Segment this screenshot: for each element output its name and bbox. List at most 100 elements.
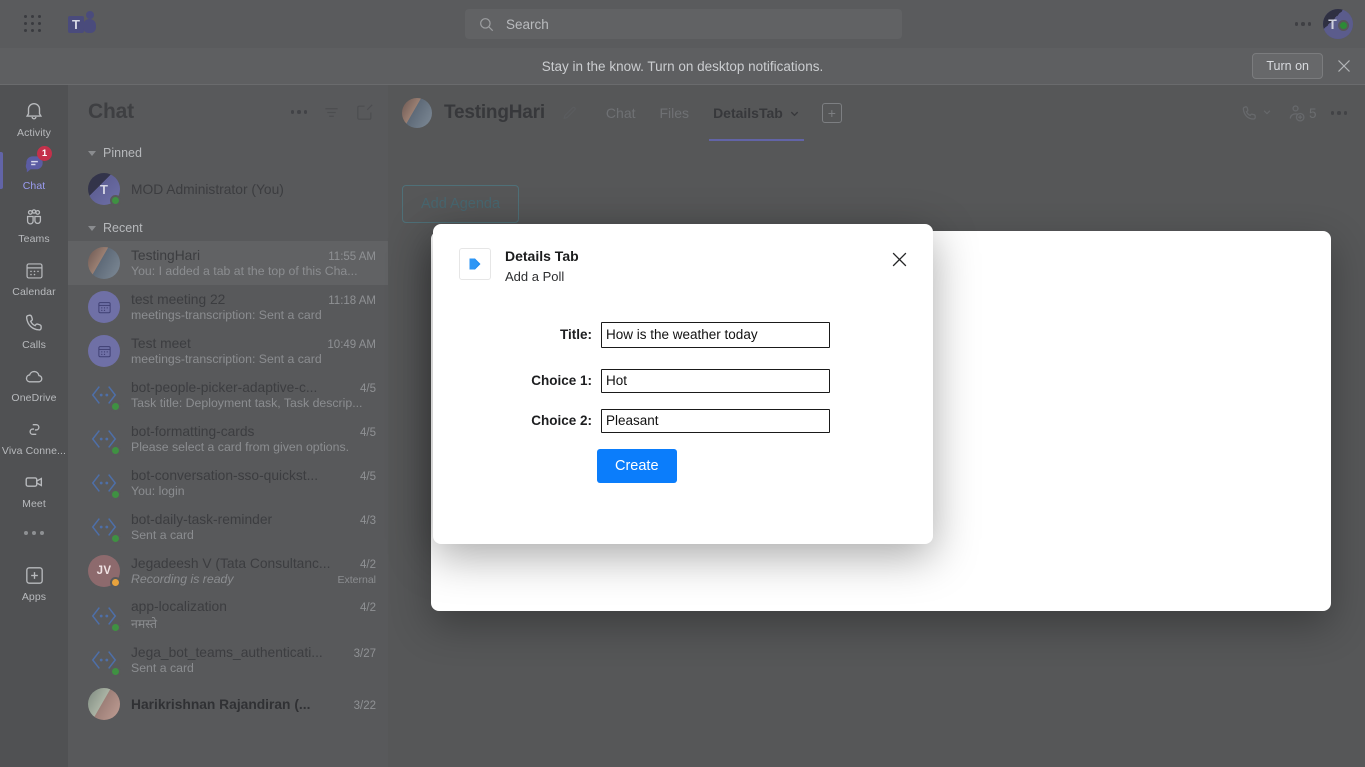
presence-indicator	[110, 401, 121, 412]
sidebar-item-onedrive[interactable]: OneDrive	[0, 356, 68, 409]
plus-square-icon	[21, 562, 47, 588]
chevron-down-icon[interactable]	[1262, 104, 1272, 122]
dialog-subtitle: Add a Poll	[505, 268, 565, 284]
dialog-title-group: Details Tab Add a Poll	[505, 248, 579, 284]
choice-2-input[interactable]	[601, 408, 830, 433]
sidebar-item-chat[interactable]: 1 Chat	[0, 144, 68, 197]
presence-indicator	[110, 445, 121, 456]
rail-more-apps-icon[interactable]	[24, 515, 44, 555]
group-label: Pinned	[103, 146, 142, 160]
list-item[interactable]: Test meet 10:49 AM meetings-transcriptio…	[68, 329, 388, 373]
sidebar-item-activity[interactable]: Activity	[0, 91, 68, 144]
chat-preview: Please select a card from given options.	[131, 440, 350, 454]
avatar[interactable]: T	[1323, 9, 1353, 39]
teams-logo-icon[interactable]: T	[68, 11, 96, 37]
tab-chat[interactable]: Chat	[594, 85, 648, 141]
list-item-text: bot-formatting-cards 4/5 Please select a…	[131, 424, 376, 454]
app-launcher-grid-icon[interactable]	[20, 11, 46, 37]
filter-icon[interactable]	[323, 104, 340, 121]
add-tab-plus-icon[interactable]: +	[821, 103, 842, 123]
avatar	[88, 423, 121, 456]
sidebar-item-apps[interactable]: Apps	[0, 555, 68, 608]
dialog-header: Details Tab Add a Poll	[433, 224, 933, 284]
list-item[interactable]: JV Jegadeesh V (Tata Consultanc... 4/2 R…	[68, 549, 388, 593]
avatar	[88, 335, 120, 367]
group-header-pinned[interactable]: Pinned	[68, 139, 388, 166]
turn-on-notifications-button[interactable]: Turn on	[1252, 53, 1323, 79]
chat-name: Harikrishnan Rajandiran (...	[131, 696, 311, 712]
list-item[interactable]: bot-daily-task-reminder 4/3 Sent a card	[68, 505, 388, 549]
sidebar-item-calendar[interactable]: Calendar	[0, 250, 68, 303]
phone-call-icon[interactable]	[1240, 104, 1272, 123]
more-horizontal-icon[interactable]	[290, 110, 307, 114]
list-item[interactable]: test meeting 22 11:18 AM meetings-transc…	[68, 285, 388, 329]
chat-name: TestingHari	[131, 248, 201, 263]
sidebar-item-label: Apps	[21, 591, 47, 603]
chat-preview: Recording is ready	[131, 572, 234, 586]
chat-panel-header-actions	[290, 103, 375, 121]
more-horizontal-icon[interactable]	[1330, 111, 1347, 115]
title-input[interactable]	[601, 321, 830, 348]
add-agenda-button[interactable]: Add Agenda	[402, 185, 520, 223]
title-label: Title:	[559, 327, 592, 342]
sidebar-item-label: Calendar	[12, 286, 56, 298]
close-icon[interactable]	[888, 248, 911, 276]
chat-preview: Task title: Deployment task, Task descri…	[131, 396, 363, 410]
pencil-icon[interactable]	[561, 105, 578, 122]
list-item[interactable]: TestingHari 11:55 AM You: I added a tab …	[68, 241, 388, 285]
presence-indicator	[110, 577, 121, 588]
avatar	[402, 98, 432, 128]
teams-logo-letter: T	[68, 16, 84, 33]
cloud-icon	[21, 363, 47, 389]
create-button[interactable]: Create	[597, 448, 677, 483]
tab-bar: Chat Files DetailsTab +	[594, 85, 842, 141]
avatar-initial: T	[1328, 16, 1337, 32]
chat-time: 4/5	[360, 471, 376, 483]
sidebar-item-viva-connections[interactable]: Viva Conne...	[0, 409, 68, 462]
teams-logo-head	[86, 11, 94, 19]
more-horizontal-icon[interactable]	[1294, 22, 1311, 26]
chevron-down-icon[interactable]	[789, 108, 800, 119]
chat-time: 4/2	[360, 602, 376, 614]
chat-time: 4/5	[360, 427, 376, 439]
add-people-icon[interactable]: 5	[1286, 103, 1317, 123]
avatar	[88, 600, 121, 633]
tab-detailstab[interactable]: DetailsTab	[701, 85, 812, 141]
list-item-text: test meeting 22 11:18 AM meetings-transc…	[131, 292, 376, 322]
list-item[interactable]: bot-conversation-sso-quickst... 4/5 You:…	[68, 461, 388, 505]
chat-name: bot-formatting-cards	[131, 424, 255, 439]
sidebar-item-teams[interactable]: Teams	[0, 197, 68, 250]
sidebar-item-meet[interactable]: Meet	[0, 462, 68, 515]
search-input[interactable]: Search	[465, 9, 902, 39]
sidebar-item-label: Viva Conne...	[1, 445, 67, 457]
banner-actions: Turn on	[1252, 53, 1351, 79]
teams-logo-body	[83, 19, 96, 33]
calendar-icon	[97, 301, 111, 313]
choice-1-input[interactable]	[601, 368, 830, 393]
list-item[interactable]: bot-formatting-cards 4/5 Please select a…	[68, 417, 388, 461]
list-item-text: bot-conversation-sso-quickst... 4/5 You:…	[131, 468, 376, 498]
people-count: 5	[1308, 105, 1317, 121]
tab-files[interactable]: Files	[648, 85, 702, 141]
compose-new-chat-icon[interactable]	[356, 103, 374, 121]
list-item[interactable]: Jega_bot_teams_authenticati... 3/27 Sent…	[68, 638, 388, 682]
avatar	[88, 247, 120, 279]
group-label: Recent	[103, 221, 143, 235]
chat-unread-badge: 1	[37, 146, 52, 161]
list-item[interactable]: bot-people-picker-adaptive-c... 4/5 Task…	[68, 373, 388, 417]
list-item[interactable]: T MOD Administrator (You)	[68, 166, 388, 214]
chat-time: 4/3	[360, 515, 376, 527]
top-bar-right-group: T	[1294, 0, 1353, 48]
avatar	[88, 511, 121, 544]
list-item-text: TestingHari 11:55 AM You: I added a tab …	[131, 248, 376, 278]
chat-list[interactable]: Pinned T MOD Administrator (You) Recent …	[68, 139, 388, 767]
chat-preview: You: login	[131, 484, 185, 498]
list-item[interactable]: app-localization 4/2 नमस्ते	[68, 593, 388, 638]
chat-bubble-icon: 1	[21, 146, 52, 177]
sidebar-item-calls[interactable]: Calls	[0, 303, 68, 356]
close-icon[interactable]	[1337, 59, 1351, 73]
top-bar: T Search T	[0, 0, 1365, 48]
list-item[interactable]: Harikrishnan Rajandiran (... 3/22	[68, 682, 388, 726]
group-header-recent[interactable]: Recent	[68, 214, 388, 241]
conversation-header-actions: 5	[1240, 103, 1365, 123]
